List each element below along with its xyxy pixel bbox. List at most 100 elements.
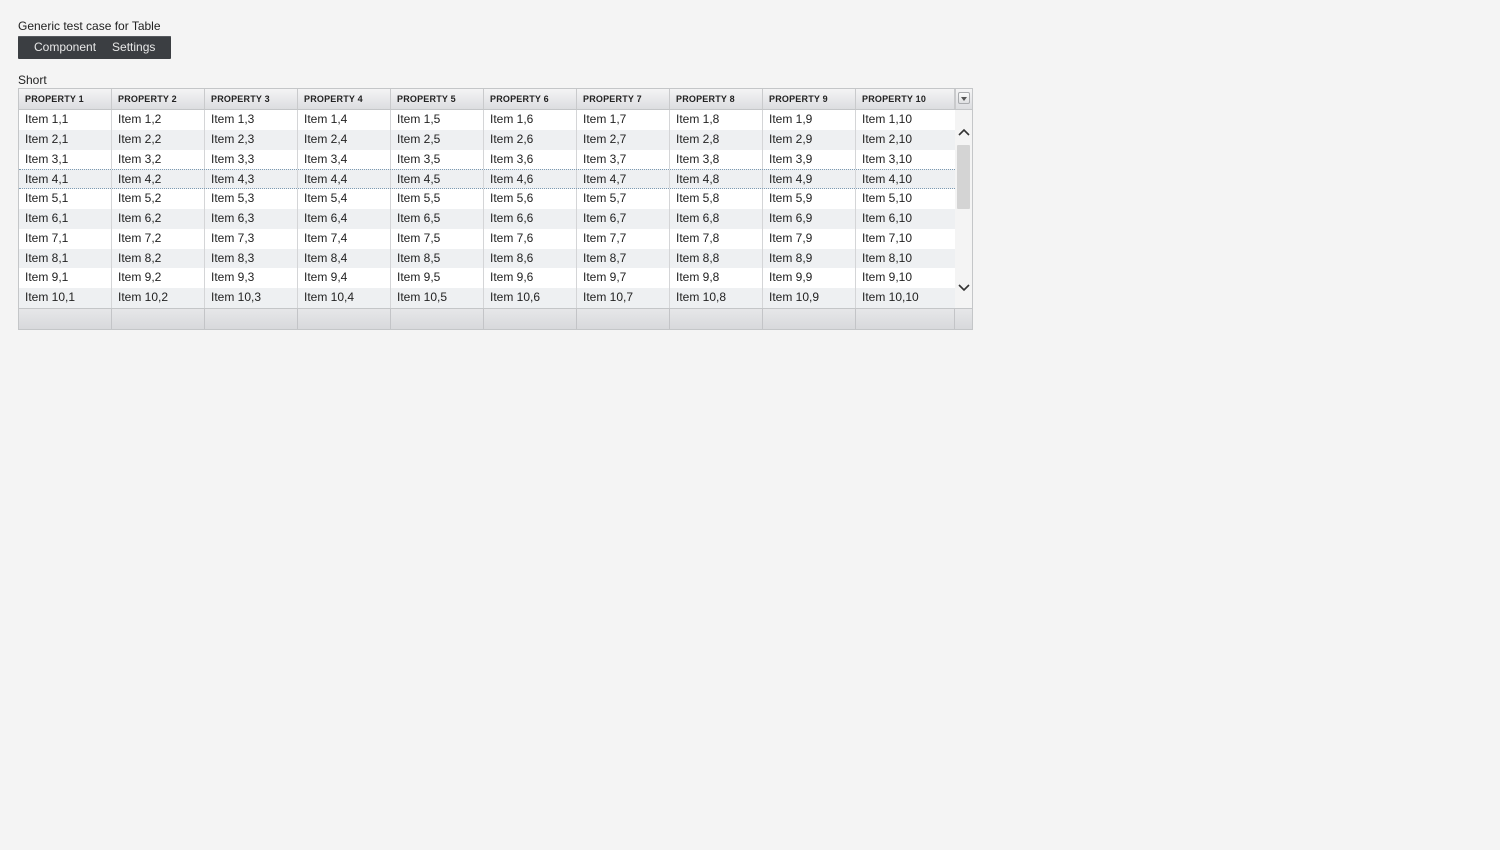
table-header: PROPERTY 1 PROPERTY 2 PROPERTY 3 PROPERTY 4… [19, 89, 972, 110]
footer-cell [112, 309, 205, 329]
table-cell: Item 2,10 [862, 131, 913, 146]
table-cell: Item 4,8 [670, 170, 763, 189]
column-collapse-toggle[interactable] [955, 89, 972, 109]
column-header-property-2[interactable]: PROPERTY 2 [112, 89, 205, 109]
table-row[interactable]: Item 4,1 Item 4,2 Item 4,3 Item 4,4 Item 4,5… [19, 169, 955, 190]
table-cell: Item 10,2 [112, 288, 205, 308]
table-row[interactable]: Item 1,1 Item 1,2 Item 1,3 Item 1,4 Item 1,5… [19, 110, 955, 130]
table-cell: Item 4,1 [19, 170, 112, 189]
table-cell: Item 7,5 [391, 228, 484, 249]
table-cell: Item 9,4 [298, 268, 391, 289]
column-header-property-5[interactable]: PROPERTY 5 [391, 89, 484, 109]
table-cell: Item 1,8 [670, 110, 763, 130]
table-cell: Item 6,9 [763, 208, 856, 229]
table-cell: Item 7,8 [670, 228, 763, 249]
vertical-scrollbar[interactable] [955, 110, 972, 308]
table-cell: Item 3,9 [763, 149, 856, 170]
table-row[interactable]: Item 5,1 Item 5,2 Item 5,3 Item 5,4 Item 5,5… [19, 189, 955, 209]
table-cell: Item 5,1 [19, 189, 112, 209]
table-cell: Item 3,5 [391, 149, 484, 170]
chevron-up-icon [957, 128, 970, 136]
table-cell: Item 10,7 [577, 288, 670, 308]
table-cell: Item 10,3 [205, 288, 298, 308]
table-cell: Item 8,6 [484, 248, 577, 269]
table-cell: Item 5,3 [205, 189, 298, 209]
table-cell: Item 5,10 [862, 191, 913, 206]
table-caption: Short [18, 73, 47, 87]
column-header-property-1[interactable]: PROPERTY 1 [19, 89, 112, 109]
column-header-property-4[interactable]: PROPERTY 4 [298, 89, 391, 109]
table-cell: Item 9,3 [205, 268, 298, 289]
table-cell: Item 7,2 [112, 228, 205, 249]
table-row[interactable]: Item 6,1 Item 6,2 Item 6,3 Item 6,4 Item 6,5… [19, 208, 955, 229]
table-cell: Item 7,1 [19, 228, 112, 249]
footer-cell [763, 309, 856, 329]
table-footer [19, 308, 972, 329]
table-cell: Item 2,2 [112, 129, 205, 150]
footer-cell [670, 309, 763, 329]
footer-cell [484, 309, 577, 329]
table-cell: Item 9,8 [670, 268, 763, 289]
footer-cell [19, 309, 112, 329]
table-cell: Item 3,4 [298, 149, 391, 170]
table-cell: Item 3,6 [484, 149, 577, 170]
table-cell: Item 3,10 [862, 151, 913, 166]
menu-item-settings[interactable]: Settings [104, 36, 163, 59]
table-cell: Item 1,2 [112, 110, 205, 130]
column-header-property-8[interactable]: PROPERTY 8 [670, 89, 763, 109]
table-body: Item 1,1 Item 1,2 Item 1,3 Item 1,4 Item 1,5… [19, 110, 955, 308]
chevron-down-icon [958, 92, 970, 104]
table-row[interactable]: Item 7,1 Item 7,2 Item 7,3 Item 7,4 Item 7,5… [19, 228, 955, 249]
table-cell: Item 2,9 [763, 129, 856, 150]
menu-item-component[interactable]: Component [18, 36, 104, 59]
footer-cell [391, 309, 484, 329]
table-cell: Item 10,1 [19, 288, 112, 308]
table-cell: Item 9,1 [19, 268, 112, 289]
table-cell: Item 10,9 [763, 288, 856, 308]
table-cell: Item 9,7 [577, 268, 670, 289]
menubar: Component Settings [18, 36, 171, 59]
footer-cell [856, 309, 955, 329]
column-header-property-3[interactable]: PROPERTY 3 [205, 89, 298, 109]
table-cell: Item 10,10 [862, 290, 919, 305]
table-cell: Item 9,9 [763, 268, 856, 289]
table-cell: Item 2,4 [298, 129, 391, 150]
scroll-down-button[interactable] [955, 280, 972, 296]
scroll-up-button[interactable] [955, 124, 972, 140]
table-cell: Item 2,5 [391, 129, 484, 150]
table-cell: Item 9,2 [112, 268, 205, 289]
chevron-down-icon [957, 284, 970, 292]
table-cell: Item 3,3 [205, 149, 298, 170]
table-row[interactable]: Item 10,1 Item 10,2 Item 10,3 Item 10,4 Item… [19, 288, 955, 308]
table-cell: Item 6,2 [112, 208, 205, 229]
column-header-property-10[interactable]: PROPERTY 10 [856, 89, 955, 109]
table-cell: Item 2,3 [205, 129, 298, 150]
column-header-property-9[interactable]: PROPERTY 9 [763, 89, 856, 109]
table-cell: Item 1,1 [19, 110, 112, 130]
table-cell: Item 8,2 [112, 248, 205, 269]
table-cell: Item 4,10 [862, 172, 913, 187]
table-cell: Item 7,3 [205, 228, 298, 249]
table-row[interactable]: Item 2,1 Item 2,2 Item 2,3 Item 2,4 Item 2,5… [19, 129, 955, 150]
table-cell: Item 8,4 [298, 248, 391, 269]
table-cell: Item 5,5 [391, 189, 484, 209]
data-table: PROPERTY 1 PROPERTY 2 PROPERTY 3 PROPERTY 4… [18, 88, 973, 330]
table-cell: Item 3,7 [577, 149, 670, 170]
table-cell: Item 10,4 [298, 288, 391, 308]
table-cell: Item 2,1 [19, 129, 112, 150]
table-cell: Item 1,6 [484, 110, 577, 130]
table-row[interactable]: Item 9,1 Item 9,2 Item 9,3 Item 9,4 Item 9,5… [19, 268, 955, 289]
footer-cell [577, 309, 670, 329]
table-cell: Item 7,10 [862, 230, 913, 245]
scroll-thumb[interactable] [957, 145, 970, 209]
table-cell: Item 2,6 [484, 129, 577, 150]
column-header-property-6[interactable]: PROPERTY 6 [484, 89, 577, 109]
table-row[interactable]: Item 3,1 Item 3,2 Item 3,3 Item 3,4 Item 3,5… [19, 149, 955, 170]
column-header-property-7[interactable]: PROPERTY 7 [577, 89, 670, 109]
table-cell: Item 1,4 [298, 110, 391, 130]
table-cell: Item 10,5 [391, 288, 484, 308]
table-cell: Item 10,8 [670, 288, 763, 308]
table-cell: Item 6,10 [862, 210, 913, 225]
table-cell: Item 8,10 [862, 250, 913, 265]
table-row[interactable]: Item 8,1 Item 8,2 Item 8,3 Item 8,4 Item 8,5… [19, 248, 955, 269]
